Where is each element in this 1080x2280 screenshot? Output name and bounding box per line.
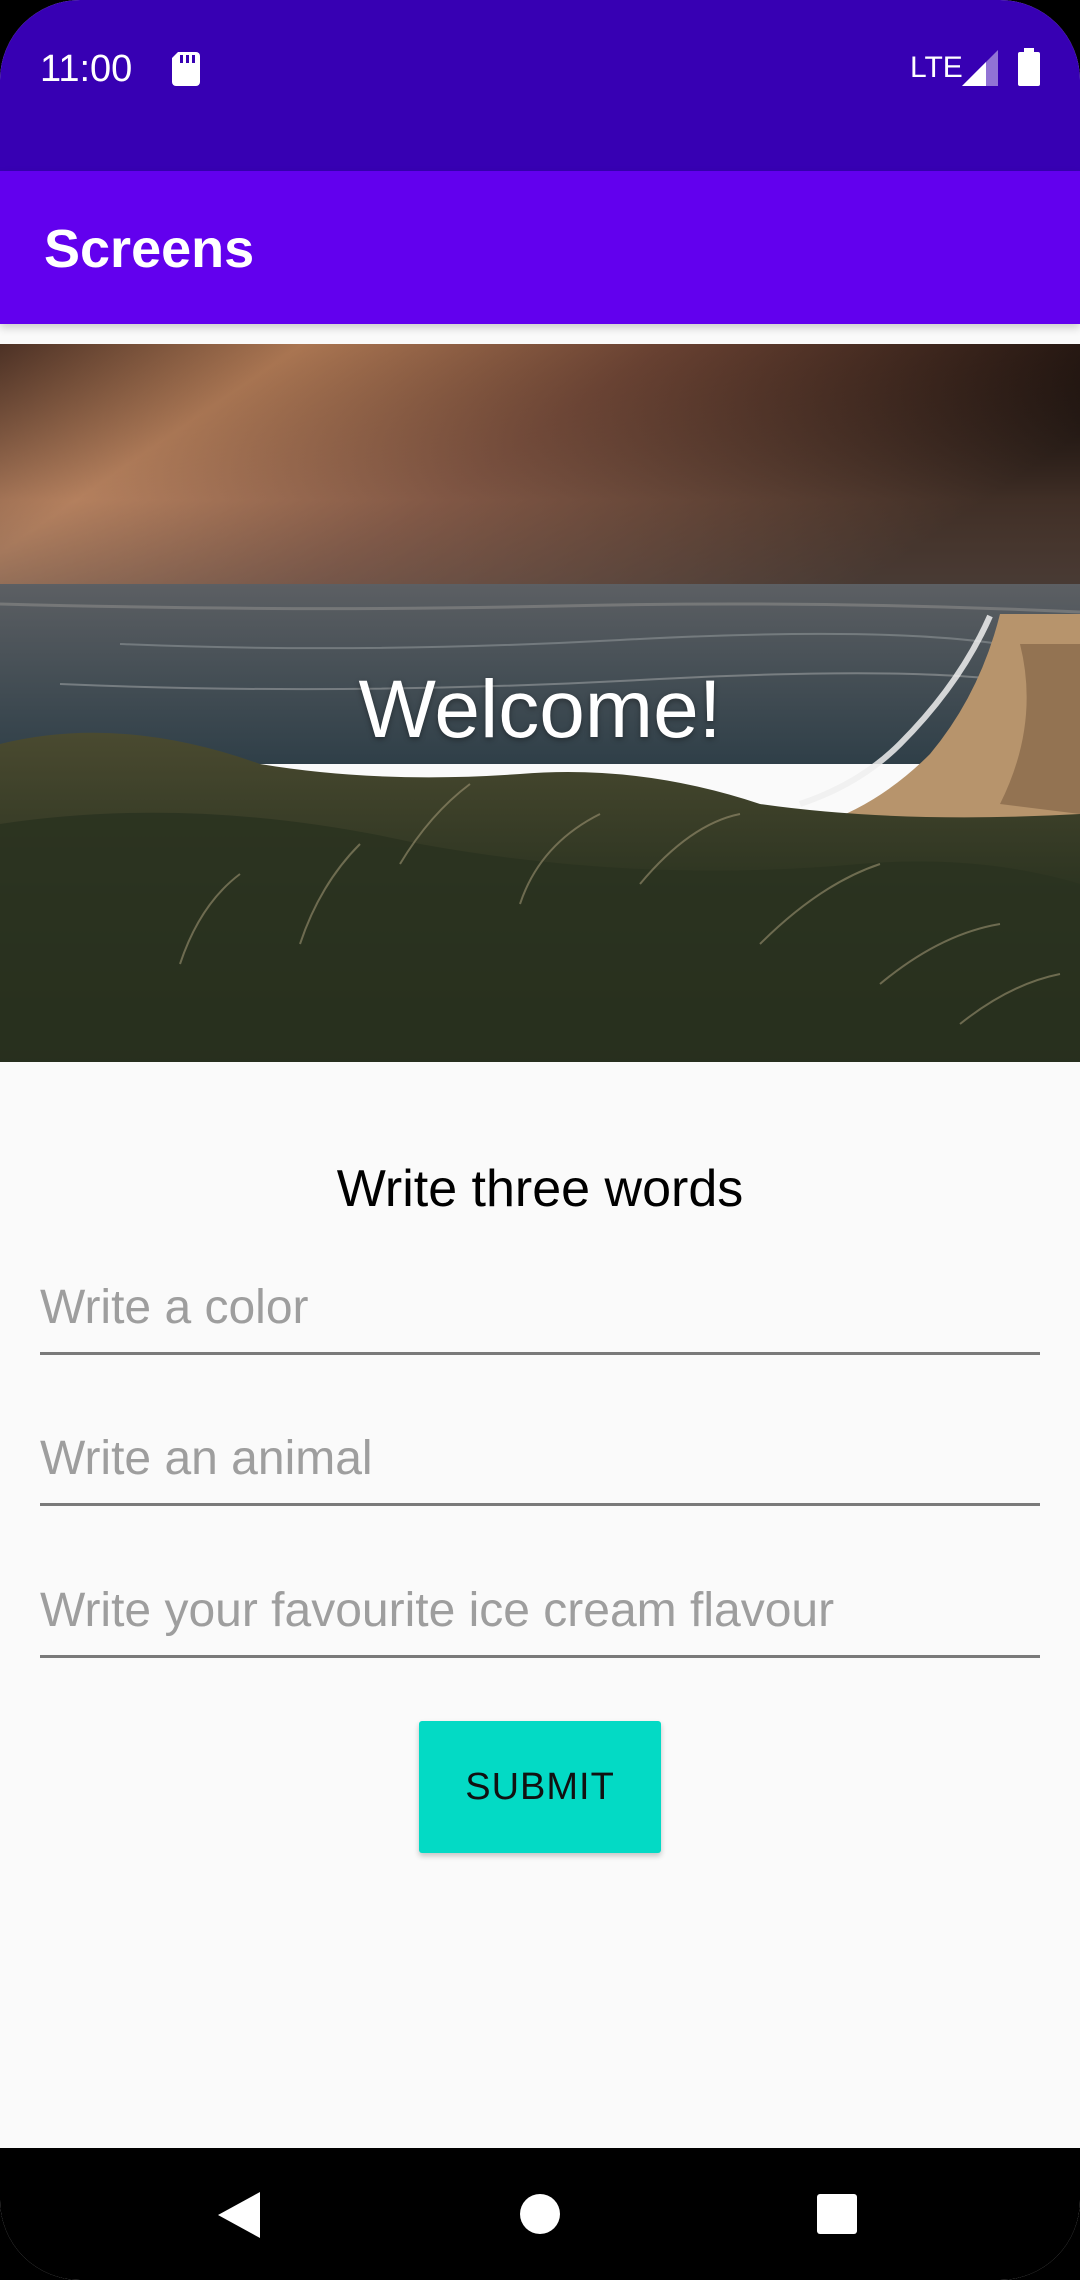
ice-cream-flavour-input[interactable] — [40, 1565, 1040, 1658]
status-time: 11:00 — [40, 48, 133, 90]
app-screen: 11:00 LTE Screens Welcome! Write three w… — [0, 0, 1080, 2280]
animal-input[interactable] — [40, 1413, 1040, 1506]
signal-icon — [962, 50, 998, 86]
battery-icon — [1018, 48, 1040, 86]
submit-button[interactable]: SUBMIT — [419, 1721, 661, 1853]
status-bar: 11:00 LTE — [0, 0, 1080, 171]
welcome-title: Welcome! — [358, 664, 722, 755]
app-title: Screens — [44, 219, 255, 279]
home-icon[interactable] — [520, 2194, 560, 2234]
sd-card-icon — [172, 52, 200, 86]
back-icon[interactable] — [218, 2192, 260, 2238]
color-input[interactable] — [40, 1262, 1040, 1355]
recents-icon[interactable] — [817, 2194, 857, 2234]
app-bar: Screens — [0, 171, 1080, 324]
navigation-bar — [0, 2148, 1080, 2280]
form-heading: Write three words — [336, 1160, 744, 1218]
network-type-label: LTE — [910, 51, 963, 84]
hero-image: Welcome! — [0, 344, 1080, 1062]
